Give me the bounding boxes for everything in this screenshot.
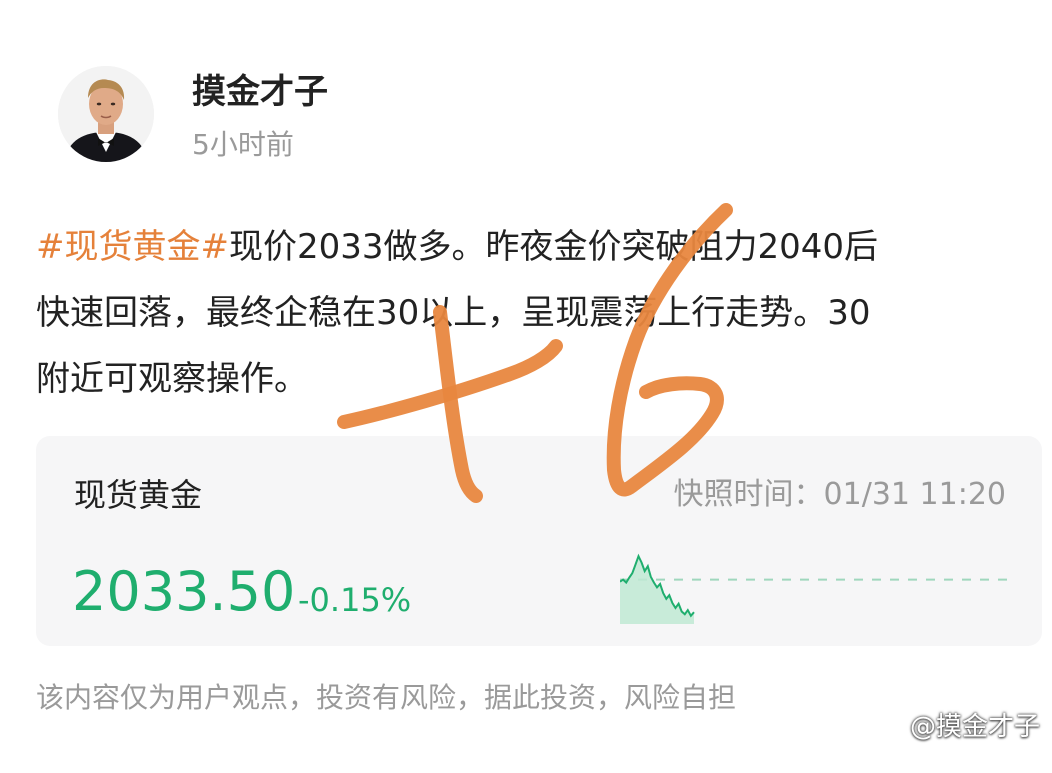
risk-disclaimer: 该内容仅为用户观点，投资有风险，据此投资，风险自担: [36, 681, 737, 714]
price-sparkline: [620, 553, 1010, 624]
post-line-3: 附近可观察操作。: [36, 359, 308, 399]
quote-change-percent: -0.15%: [298, 581, 412, 619]
quote-instrument-name: 现货黄金: [74, 476, 203, 514]
avatar-portrait-icon: [58, 66, 154, 162]
hashtag-link[interactable]: #现货黄金#: [36, 227, 229, 267]
quote-price: 2033.50: [72, 560, 296, 623]
source-watermark: @摸金才子: [909, 712, 1040, 742]
post-line-1: #现货黄金#现价2033做多。昨夜金价突破阻力2040后: [36, 214, 1026, 280]
post-line-2: 快速回落，最终企稳在30以上，呈现震荡上行走势。30: [36, 293, 871, 333]
quote-card[interactable]: 现货黄金 快照时间：01/31 11:20 2033.50 -0.15%: [36, 436, 1042, 646]
author-avatar[interactable]: [58, 66, 154, 162]
post-content: #现货黄金#现价2033做多。昨夜金价突破阻力2040后 快速回落，最终企稳在3…: [36, 214, 1026, 412]
author-name[interactable]: 摸金才子: [192, 70, 328, 114]
post-line-1-text: 现价2033做多。昨夜金价突破阻力2040后: [228, 227, 879, 267]
post-timestamp: 5小时前: [192, 128, 294, 161]
snapshot-time: 快照时间：01/31 11:20: [673, 477, 1006, 512]
